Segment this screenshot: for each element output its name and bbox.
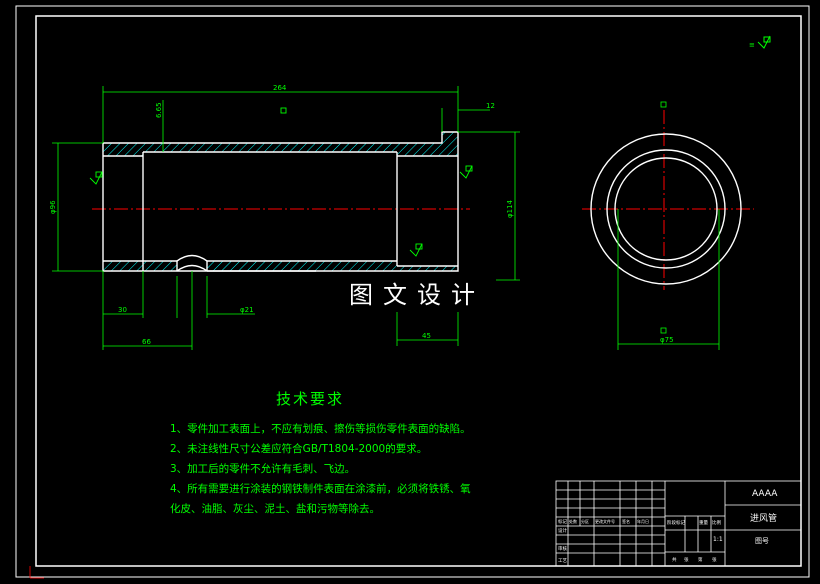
title-block-header-2: 分区 xyxy=(581,518,589,524)
title-block-stage-3: 比例 xyxy=(712,519,721,526)
title-block-header-1: 处数 xyxy=(569,518,577,524)
roughness-symbol-corner: ≡ xyxy=(749,35,771,49)
tech-requirements-title: 技术要求 xyxy=(276,390,345,408)
title-block-header-4: 签名 xyxy=(622,518,630,524)
dim-outer-diameter: φ114 xyxy=(506,199,514,218)
dim-end-view-diameter: φ75 xyxy=(660,336,674,344)
watermark: 图文设计 xyxy=(338,278,496,312)
title-block-part-name: 进风管 xyxy=(750,512,777,524)
tech-requirement-item: 化皮、油脂、灰尘、泥土、盐和污物等除去。 xyxy=(170,503,380,515)
title-block-stage-2: 重量 xyxy=(699,519,708,526)
title-block-scale: 1:1 xyxy=(713,536,723,543)
bottom-wall-section xyxy=(103,261,177,271)
dim-left-counterbore: 30 xyxy=(118,306,127,314)
dim-bore-diameter: φ96 xyxy=(49,200,57,214)
roughness-marks xyxy=(89,107,473,257)
dim-hole-position: 66 xyxy=(142,338,151,346)
title-block-row-4: 工艺 xyxy=(558,558,567,564)
title-block-sheet-4: 张 xyxy=(712,556,717,563)
dim-hole-diameter: φ21 xyxy=(240,306,254,314)
title-block-sheet-3: 第 xyxy=(698,556,703,563)
tech-requirement-item: 1、零件加工表面上，不应有划痕、擦伤等损伤零件表面的缺陷。 xyxy=(170,423,471,435)
dim-wall-thickness: 6.65 xyxy=(155,102,163,118)
title-block-row-2: 设计 xyxy=(558,527,567,534)
tech-requirement-item: 3、加工后的零件不允许有毛刺、飞边。 xyxy=(170,463,356,475)
title-block-header-5: 年月日 xyxy=(637,518,649,524)
dim-overall-length: 264 xyxy=(273,84,287,92)
title-block-row-1: 标记 xyxy=(558,518,567,525)
title-block-row-3: 审核 xyxy=(558,545,567,552)
title-block-company: AAAA xyxy=(752,489,778,499)
svg-text:≡: ≡ xyxy=(749,41,755,49)
dim-flange-step: 12 xyxy=(486,102,495,110)
title-block-stage-1: 阶段标记 xyxy=(667,519,685,526)
title-block-drawing-no: 图号 xyxy=(755,537,769,545)
end-view xyxy=(582,101,754,350)
tech-requirement-item: 2、未注线性尺寸公差应符合GB/T1804-2000的要求。 xyxy=(170,443,428,455)
title-block-sheet-2: 张 xyxy=(684,556,689,563)
dim-right-counterbore: 45 xyxy=(422,332,431,340)
title-block-sheet-1: 共 xyxy=(672,556,677,563)
ucs-icon xyxy=(29,566,44,579)
title-block-header-3: 更改文件号 xyxy=(595,518,615,524)
tech-requirement-item: 4、所有需要进行涂装的钢铁制件表面在涂漆前，必须将铁锈、氧 xyxy=(170,483,471,495)
